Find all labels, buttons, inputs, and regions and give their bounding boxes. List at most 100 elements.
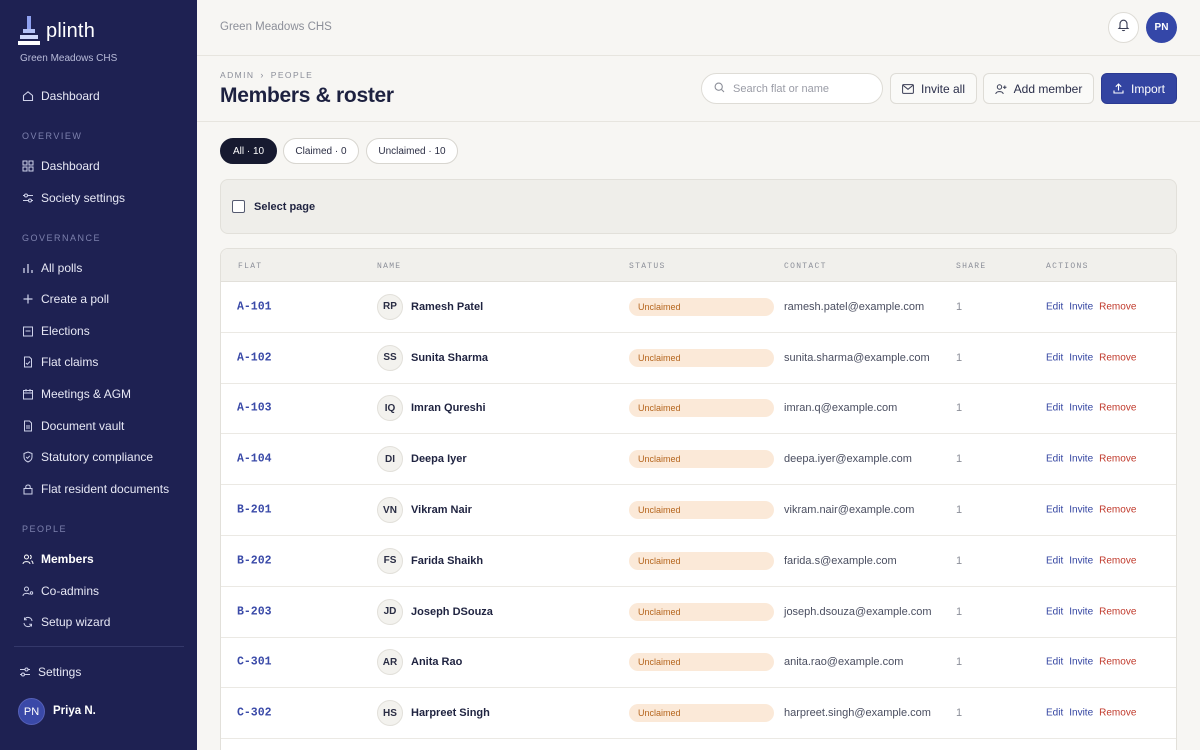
breadcrumb-admin[interactable]: ADMIN [220, 70, 254, 80]
edit-link[interactable]: Edit [1046, 454, 1063, 465]
brand[interactable]: plinth [18, 16, 95, 46]
topbar: Green Meadows CHS PN [197, 0, 1200, 56]
flat-number[interactable]: B-202 [237, 554, 272, 567]
import-button[interactable]: Import [1101, 73, 1177, 104]
edit-link[interactable]: Edit [1046, 352, 1063, 363]
sidebar-item-settings[interactable]: Settings [19, 662, 81, 682]
invite-link[interactable]: Invite [1069, 403, 1093, 414]
invite-link[interactable]: Invite [1069, 708, 1093, 719]
edit-link[interactable]: Edit [1046, 403, 1063, 414]
bar-chart-icon [22, 262, 34, 274]
remove-link[interactable]: Remove [1099, 555, 1136, 566]
sidebar-item-dashboard[interactable]: Dashboard [22, 156, 100, 176]
status-badge: Unclaimed [629, 501, 774, 520]
sidebar-user-avatar[interactable]: PN [18, 698, 45, 725]
edit-link[interactable]: Edit [1046, 657, 1063, 668]
remove-link[interactable]: Remove [1099, 505, 1136, 516]
remove-link[interactable]: Remove [1099, 606, 1136, 617]
edit-link[interactable]: Edit [1046, 555, 1063, 566]
flat-number[interactable]: B-203 [237, 605, 272, 618]
table-row[interactable]: A-103 IQ Imran Qureshi Unclaimed imran.q@exa… [221, 384, 1176, 435]
status-badge: Unclaimed [629, 653, 774, 672]
table-row[interactable]: B-203 JD Joseph DSouza Unclaimed joseph.dsou… [221, 587, 1176, 638]
invite-link[interactable]: Invite [1069, 352, 1093, 363]
sidebar-item-flat-resident-documents[interactable]: Flat resident documents [22, 479, 169, 499]
sidebar: plinth Green Meadows CHS Dashboard OVERV… [0, 0, 197, 750]
member-share: 1 [956, 707, 963, 720]
table-row[interactable]: B-202 FS Farida Shaikh Unclaimed farida.s@ex… [221, 536, 1176, 587]
remove-link[interactable]: Remove [1099, 301, 1136, 312]
settings-icon [19, 666, 31, 678]
remove-link[interactable]: Remove [1099, 708, 1136, 719]
sidebar-item-label: Members [41, 552, 94, 566]
flat-number[interactable]: A-101 [237, 300, 272, 313]
flat-number[interactable]: C-302 [237, 707, 272, 720]
remove-link[interactable]: Remove [1099, 352, 1136, 363]
status-badge: Unclaimed [629, 551, 774, 570]
invite-link[interactable]: Invite [1069, 657, 1093, 668]
table-row[interactable]: A-102 SS Sunita Sharma Unclaimed sunita.shar… [221, 333, 1176, 384]
sidebar-item-label: Elections [41, 324, 90, 338]
invite-link[interactable]: Invite [1069, 301, 1093, 312]
invite-all-button[interactable]: Invite all [890, 73, 977, 104]
sidebar-item-statutory-compliance[interactable]: Statutory compliance [22, 447, 153, 467]
row-actions: Edit Invite Remove [1046, 352, 1136, 363]
members-table: FLAT NAME STATUS CONTACT SHARE ACTIONS A… [220, 248, 1177, 750]
invite-link[interactable]: Invite [1069, 505, 1093, 516]
column-header-contact: CONTACT [784, 262, 827, 271]
invite-all-label: Invite all [920, 81, 966, 96]
flat-number[interactable]: A-104 [237, 453, 272, 466]
member-name: Sunita Sharma [411, 351, 489, 364]
notifications-button[interactable] [1108, 12, 1139, 43]
remove-link[interactable]: Remove [1099, 454, 1136, 465]
remove-link[interactable]: Remove [1099, 657, 1136, 668]
add-member-button[interactable]: Add member [983, 73, 1094, 104]
edit-link[interactable]: Edit [1046, 606, 1063, 617]
search-box[interactable] [701, 73, 883, 104]
table-row[interactable]: A-104 DI Deepa Iyer Unclaimed deepa.iyer@exa… [221, 434, 1176, 486]
edit-link[interactable]: Edit [1046, 708, 1063, 719]
edit-link[interactable]: Edit [1046, 505, 1063, 516]
sidebar-item-dashboard-top[interactable]: Dashboard [22, 86, 100, 106]
member-name: Farida Shaikh [411, 554, 484, 567]
user-avatar[interactable]: PN [1146, 12, 1177, 43]
sidebar-item-all-polls[interactable]: All polls [22, 258, 82, 278]
sidebar-item-document-vault[interactable]: Document vault [22, 416, 124, 436]
member-share: 1 [956, 453, 963, 466]
section-governance: GOVERNANCE [22, 233, 102, 243]
edit-link[interactable]: Edit [1046, 301, 1063, 312]
sidebar-item-create-poll[interactable]: Create a poll [22, 289, 109, 309]
member-share: 1 [956, 351, 963, 364]
sidebar-item-label: Settings [38, 665, 82, 679]
select-page-label[interactable]: Select page [254, 201, 315, 213]
sidebar-item-members[interactable]: Members [22, 549, 94, 569]
filter-chip-all[interactable]: All · 10 [220, 138, 277, 164]
member-avatar: IQ [377, 395, 403, 422]
table-row[interactable]: A-101 RP Ramesh Patel Unclaimed ramesh.patel… [221, 282, 1176, 333]
table-row[interactable]: B-201 VN Vikram Nair Unclaimed vikram.nair@e… [221, 485, 1176, 536]
sidebar-item-elections[interactable]: Elections [22, 321, 90, 341]
flat-number[interactable]: C-301 [237, 656, 272, 669]
filter-chip-claimed[interactable]: Claimed · 0 [283, 138, 359, 164]
select-page-checkbox[interactable] [232, 200, 245, 213]
flat-number[interactable]: B-201 [237, 504, 272, 517]
table-header: FLAT NAME STATUS CONTACT SHARE ACTIONS [221, 249, 1176, 282]
sidebar-user-name[interactable]: Priya N. [53, 705, 96, 717]
breadcrumb: ADMIN › PEOPLE [220, 70, 313, 80]
invite-link[interactable]: Invite [1069, 606, 1093, 617]
sidebar-item-meetings[interactable]: Meetings & AGM [22, 384, 131, 404]
sidebar-item-co-admins[interactable]: Co-admins [22, 581, 99, 601]
filter-chip-unclaimed[interactable]: Unclaimed · 10 [366, 138, 458, 164]
sidebar-item-flat-claims[interactable]: Flat claims [22, 352, 98, 372]
invite-link[interactable]: Invite [1069, 555, 1093, 566]
column-header-share: SHARE [956, 262, 987, 271]
sidebar-item-setup-wizard[interactable]: Setup wizard [22, 612, 110, 632]
remove-link[interactable]: Remove [1099, 403, 1136, 414]
table-row[interactable]: C-301 AR Anita Rao Unclaimed anita.rao@examp… [221, 638, 1176, 689]
invite-link[interactable]: Invite [1069, 454, 1093, 465]
table-row[interactable]: C-302 HS Harpreet Singh Unclaimed harpreet.s… [221, 688, 1176, 740]
search-input[interactable] [733, 82, 873, 95]
sidebar-item-society-settings[interactable]: Society settings [22, 188, 125, 208]
flat-number[interactable]: A-103 [237, 402, 272, 415]
flat-number[interactable]: A-102 [237, 351, 272, 364]
